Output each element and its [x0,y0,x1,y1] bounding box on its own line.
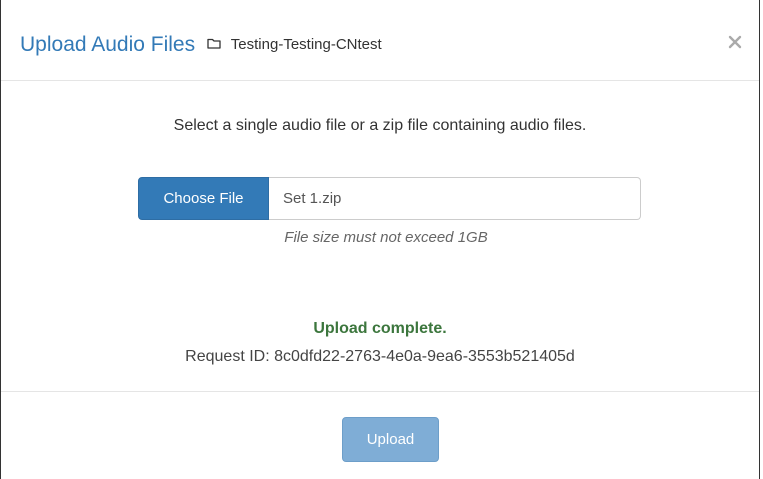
close-icon[interactable] [727,34,743,50]
file-picker: Choose File Set 1.zip [138,177,641,220]
selected-file-field[interactable]: Set 1.zip [269,177,641,220]
dialog-title: Upload Audio Files [20,33,196,56]
request-id: Request ID: 8c0dfd22-2763-4e0a-9ea6-3553… [185,348,575,365]
choose-file-button[interactable]: Choose File [138,177,269,220]
upload-status: Upload complete. [313,320,447,337]
folder-icon [207,31,221,55]
file-size-note: File size must not exceed 1GB [284,229,488,246]
dialog-body: Select a single audio file or a zip file… [1,81,759,391]
folder-name: Testing-Testing-CNtest [230,35,382,53]
dialog-footer: Upload [1,391,759,479]
upload-button[interactable]: Upload [342,417,439,462]
dialog-header: Upload Audio Files Testing-Testing-CNtes… [1,0,759,81]
upload-instructions: Select a single audio file or a zip file… [173,117,587,134]
dialog-title-row: Upload Audio Files Testing-Testing-CNtes… [20,33,382,57]
upload-dialog: Upload Audio Files Testing-Testing-CNtes… [0,0,760,479]
